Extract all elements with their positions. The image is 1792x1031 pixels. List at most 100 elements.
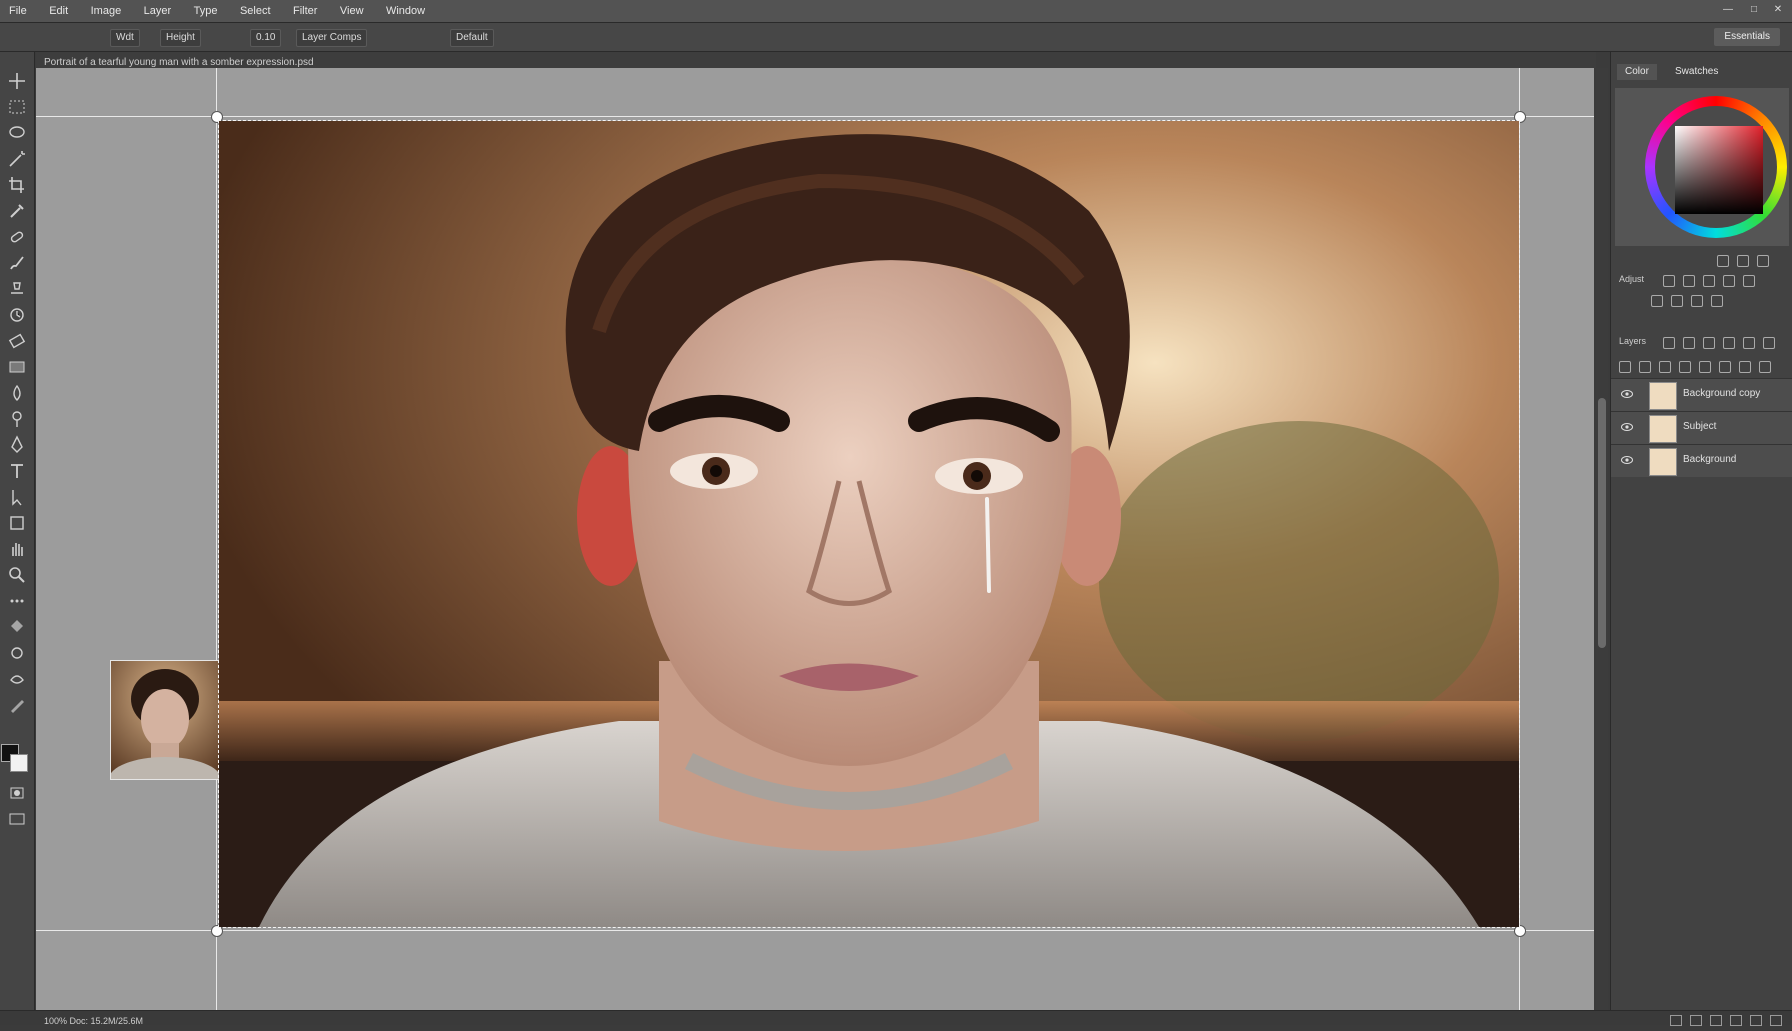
eye-icon[interactable] [1621,455,1633,465]
workspace-switcher[interactable]: Essentials [1714,28,1780,46]
default-dropdown[interactable]: Default [450,29,494,47]
lock-icon[interactable] [1699,360,1711,373]
lock-icon[interactable] [1639,360,1651,373]
adjustment-icon[interactable] [1723,274,1735,287]
eyedropper-tool-icon[interactable] [5,200,29,222]
lock-icon[interactable] [1739,360,1751,373]
adjustment-icon[interactable] [1711,294,1723,307]
path-selection-tool-icon[interactable] [5,486,29,508]
menu-select[interactable]: Select [231,0,280,22]
type-tool-icon[interactable] [5,460,29,482]
adjustment-icon[interactable] [1743,274,1755,287]
new-layer-icon[interactable] [1750,1015,1762,1026]
edit-toolbar-icon[interactable] [5,590,29,612]
menu-edit[interactable]: Edit [40,0,77,22]
mask-icon[interactable] [1710,1015,1722,1026]
lock-icon[interactable] [1619,360,1631,373]
lasso-tool-icon[interactable] [5,122,29,144]
layer-lock-icons [1619,358,1779,374]
adjustment-icon[interactable] [1703,274,1715,287]
lock-icon[interactable] [1659,360,1671,373]
menu-type[interactable]: Type [185,0,227,22]
history-brush-tool-icon[interactable] [5,304,29,326]
filter-icon[interactable] [1743,336,1755,349]
panel-action-icon[interactable] [1737,254,1749,267]
color-wheel[interactable] [1645,96,1787,238]
adjustment-icon[interactable] [1663,274,1675,287]
crop-tool-icon[interactable] [5,174,29,196]
layer-row[interactable]: Background copy [1611,378,1792,411]
saturation-brightness-square[interactable] [1675,126,1763,214]
height-field[interactable]: Height [160,29,201,47]
layer-row[interactable]: Background [1611,444,1792,477]
shape-tool-icon[interactable] [5,512,29,534]
fx-icon[interactable] [1690,1015,1702,1026]
healing-brush-tool-icon[interactable] [5,226,29,248]
menu-window[interactable]: Window [377,0,434,22]
panel-action-icon[interactable] [1757,254,1769,267]
filter-icon[interactable] [1683,336,1695,349]
pen-tool-icon[interactable] [5,434,29,456]
scrollbar-thumb[interactable] [1598,398,1606,648]
filter-icon[interactable] [1723,336,1735,349]
move-tool-icon[interactable] [5,70,29,92]
layer-comps-dropdown[interactable]: Layer Comps [296,29,368,47]
adjustment-icon[interactable] [1671,294,1683,307]
resolution-field[interactable]: 0.10 [250,29,282,47]
adjustment-icon[interactable] [1651,294,1663,307]
tab-swatches[interactable]: Swatches [1667,64,1726,80]
quick-mask-icon[interactable] [5,782,29,804]
menu-view[interactable]: View [331,0,373,22]
lock-icon[interactable] [1679,360,1691,373]
marquee-tool-icon[interactable] [5,96,29,118]
brush-tool-icon[interactable] [5,252,29,274]
menu-file[interactable]: File [0,0,36,22]
panel-action-icon[interactable] [1717,254,1729,267]
bucket-tool-icon[interactable] [5,616,29,638]
portrait-image[interactable] [218,120,1520,928]
smudge-tool-icon[interactable] [5,642,29,664]
magic-wand-tool-icon[interactable] [5,148,29,170]
color-picker[interactable] [1615,88,1789,246]
guide-left[interactable] [216,68,217,1010]
eraser-tool-icon[interactable] [5,330,29,352]
slice-tool-icon[interactable] [5,694,29,716]
screen-mode-icon[interactable] [5,808,29,830]
guide-top[interactable] [36,116,1594,117]
tab-color[interactable]: Color [1617,64,1657,80]
background-color-swatch[interactable] [10,754,28,772]
filter-icon[interactable] [1663,336,1675,349]
lock-icon[interactable] [1719,360,1731,373]
menu-filter[interactable]: Filter [284,0,326,22]
navigator-thumbnail[interactable] [110,660,220,780]
filter-icon[interactable] [1763,336,1775,349]
document-tab[interactable]: Portrait of a tearful young man with a s… [36,52,1596,68]
zoom-tool-icon[interactable] [5,564,29,586]
clone-stamp-tool-icon[interactable] [5,278,29,300]
menu-image[interactable]: Image [82,0,131,22]
dodge-tool-icon[interactable] [5,408,29,430]
sponge-tool-icon[interactable] [5,668,29,690]
menu-layer[interactable]: Layer [135,0,181,22]
new-group-icon[interactable] [1730,1015,1742,1026]
maximize-icon[interactable]: □ [1746,3,1762,17]
lock-icon[interactable] [1759,360,1771,373]
hand-tool-icon[interactable] [5,538,29,560]
link-layers-icon[interactable] [1670,1015,1682,1026]
adjustment-icon[interactable] [1691,294,1703,307]
layer-thumbnail [1649,448,1677,476]
filter-icon[interactable] [1703,336,1715,349]
minimize-icon[interactable]: — [1720,3,1736,17]
layer-row[interactable]: Subject [1611,411,1792,444]
layer-name: Subject [1683,421,1717,432]
trash-icon[interactable] [1770,1015,1782,1026]
adjustment-icon[interactable] [1683,274,1695,287]
width-field[interactable]: Wdt [110,29,140,47]
guide-bottom[interactable] [36,930,1594,931]
vertical-scrollbar[interactable] [1596,68,1608,1010]
blur-tool-icon[interactable] [5,382,29,404]
eye-icon[interactable] [1621,389,1633,399]
eye-icon[interactable] [1621,422,1633,432]
gradient-tool-icon[interactable] [5,356,29,378]
close-icon[interactable]: ✕ [1770,3,1786,17]
